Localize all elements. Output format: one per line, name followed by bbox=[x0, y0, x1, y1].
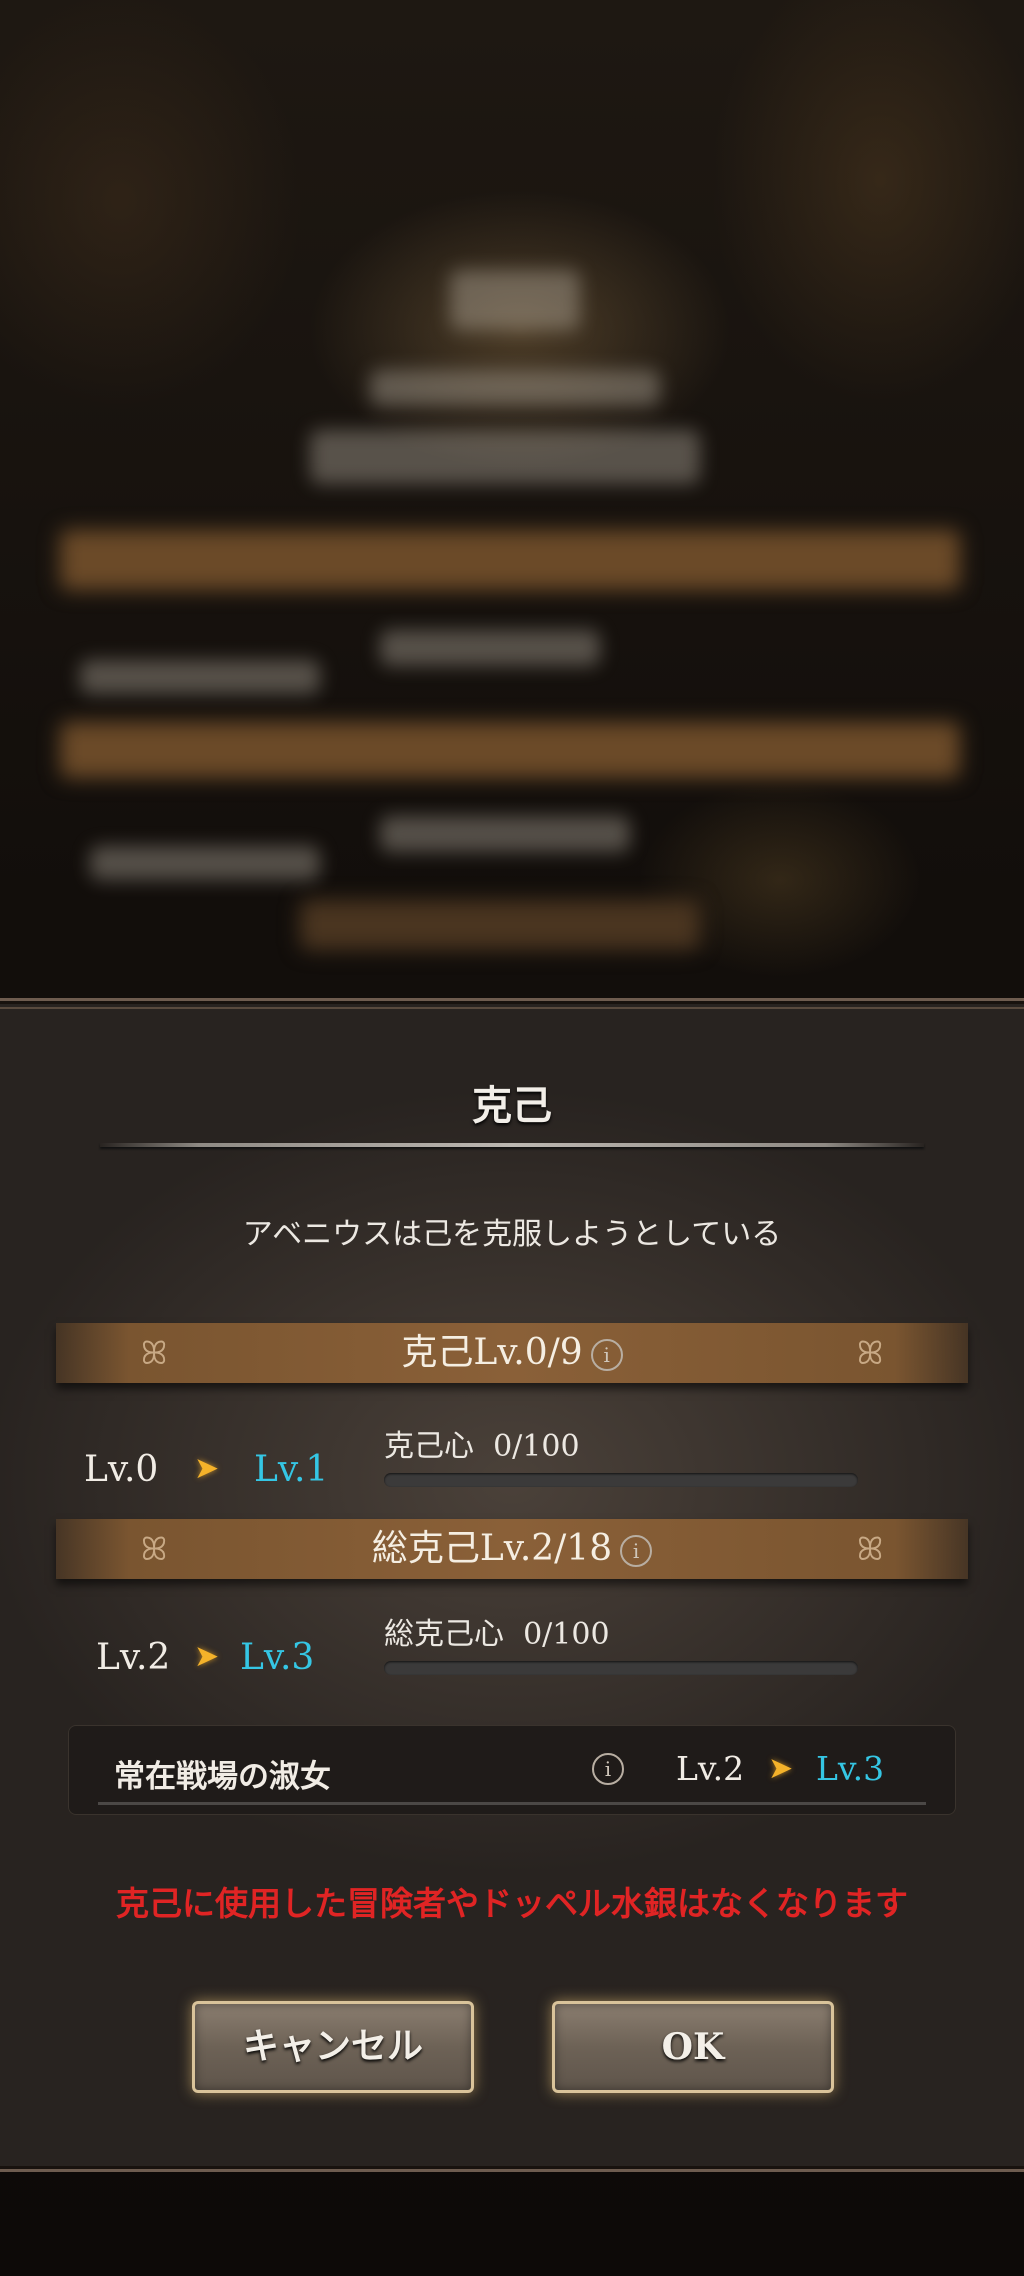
dialog-subtitle: アベニウスは己を克服しようとしている bbox=[242, 1217, 782, 1252]
total-limit-break-gauge bbox=[384, 1661, 858, 1675]
limit-break-level-label: 克己Lv.0/9 bbox=[401, 1332, 583, 1373]
ornament-left-icon: ꕤ bbox=[140, 1334, 168, 1372]
next-total-level: Lv.3 bbox=[240, 1637, 315, 1678]
blurred-title bbox=[450, 270, 580, 330]
blurred-text bbox=[370, 370, 660, 406]
limit-break-dialog: 克己 アベニウスは己を克服しようとしている ꕤ 克己Lv.0/9 i ꕤ Lv.0… bbox=[0, 998, 1024, 2172]
blurred-text bbox=[90, 846, 320, 880]
gauge-name: 克己心 bbox=[384, 1429, 474, 1464]
warning-message: 克己に使用した冒険者やドッペル水銀はなくなります bbox=[116, 1884, 908, 1923]
cancel-button[interactable]: キャンセル bbox=[192, 2001, 474, 2093]
total-limit-break-banner: ꕤ 総克己Lv.2/18 i ꕤ bbox=[56, 1519, 968, 1579]
ornament-right-icon: ꕤ bbox=[856, 1530, 884, 1568]
blurred-banner bbox=[60, 530, 960, 590]
ok-button[interactable]: OK bbox=[552, 2001, 834, 2093]
current-level: Lv.0 bbox=[84, 1449, 159, 1490]
gauge-label: 克己心 0/100 bbox=[384, 1421, 580, 1465]
ornament-left-icon: ꕤ bbox=[140, 1530, 168, 1568]
skill-next-level: Lv.3 bbox=[816, 1749, 885, 1788]
skill-current-level: Lv.2 bbox=[676, 1749, 745, 1788]
arrow-right-icon: ➤ bbox=[194, 1451, 220, 1486]
info-icon[interactable]: i bbox=[620, 1535, 653, 1567]
info-icon[interactable]: i bbox=[590, 1339, 623, 1371]
gauge-value: 0/100 bbox=[523, 1617, 610, 1652]
skill-row: 常在戦場の淑女 i Lv.2 ➤ Lv.3 bbox=[68, 1725, 956, 1815]
limit-break-gauge bbox=[384, 1473, 858, 1487]
current-total-level: Lv.2 bbox=[96, 1637, 171, 1678]
blurred-button bbox=[300, 900, 700, 950]
skill-divider bbox=[98, 1802, 926, 1805]
blurred-text bbox=[80, 660, 320, 694]
gauge-value: 0/100 bbox=[493, 1429, 580, 1464]
dialog-title: 克己 bbox=[472, 1083, 552, 1129]
total-limit-break-label: 総克己Lv.2/18 bbox=[371, 1528, 613, 1569]
limit-break-level-banner: ꕤ 克己Lv.0/9 i ꕤ bbox=[56, 1323, 968, 1383]
arrow-right-icon: ➤ bbox=[194, 1639, 220, 1674]
blurred-banner bbox=[60, 722, 960, 778]
skill-info-icon[interactable]: i bbox=[592, 1753, 624, 1785]
gauge-name: 総克己心 bbox=[384, 1617, 504, 1652]
blurred-text bbox=[380, 630, 600, 666]
blurred-text bbox=[380, 816, 630, 852]
skill-name: 常在戦場の淑女 bbox=[114, 1759, 331, 1795]
next-level: Lv.1 bbox=[254, 1449, 329, 1490]
ornament-right-icon: ꕤ bbox=[856, 1334, 884, 1372]
gauge-label: 総克己心 0/100 bbox=[384, 1609, 610, 1653]
title-divider bbox=[100, 1143, 924, 1147]
arrow-right-icon: ➤ bbox=[768, 1751, 794, 1786]
blurred-text bbox=[310, 430, 700, 484]
